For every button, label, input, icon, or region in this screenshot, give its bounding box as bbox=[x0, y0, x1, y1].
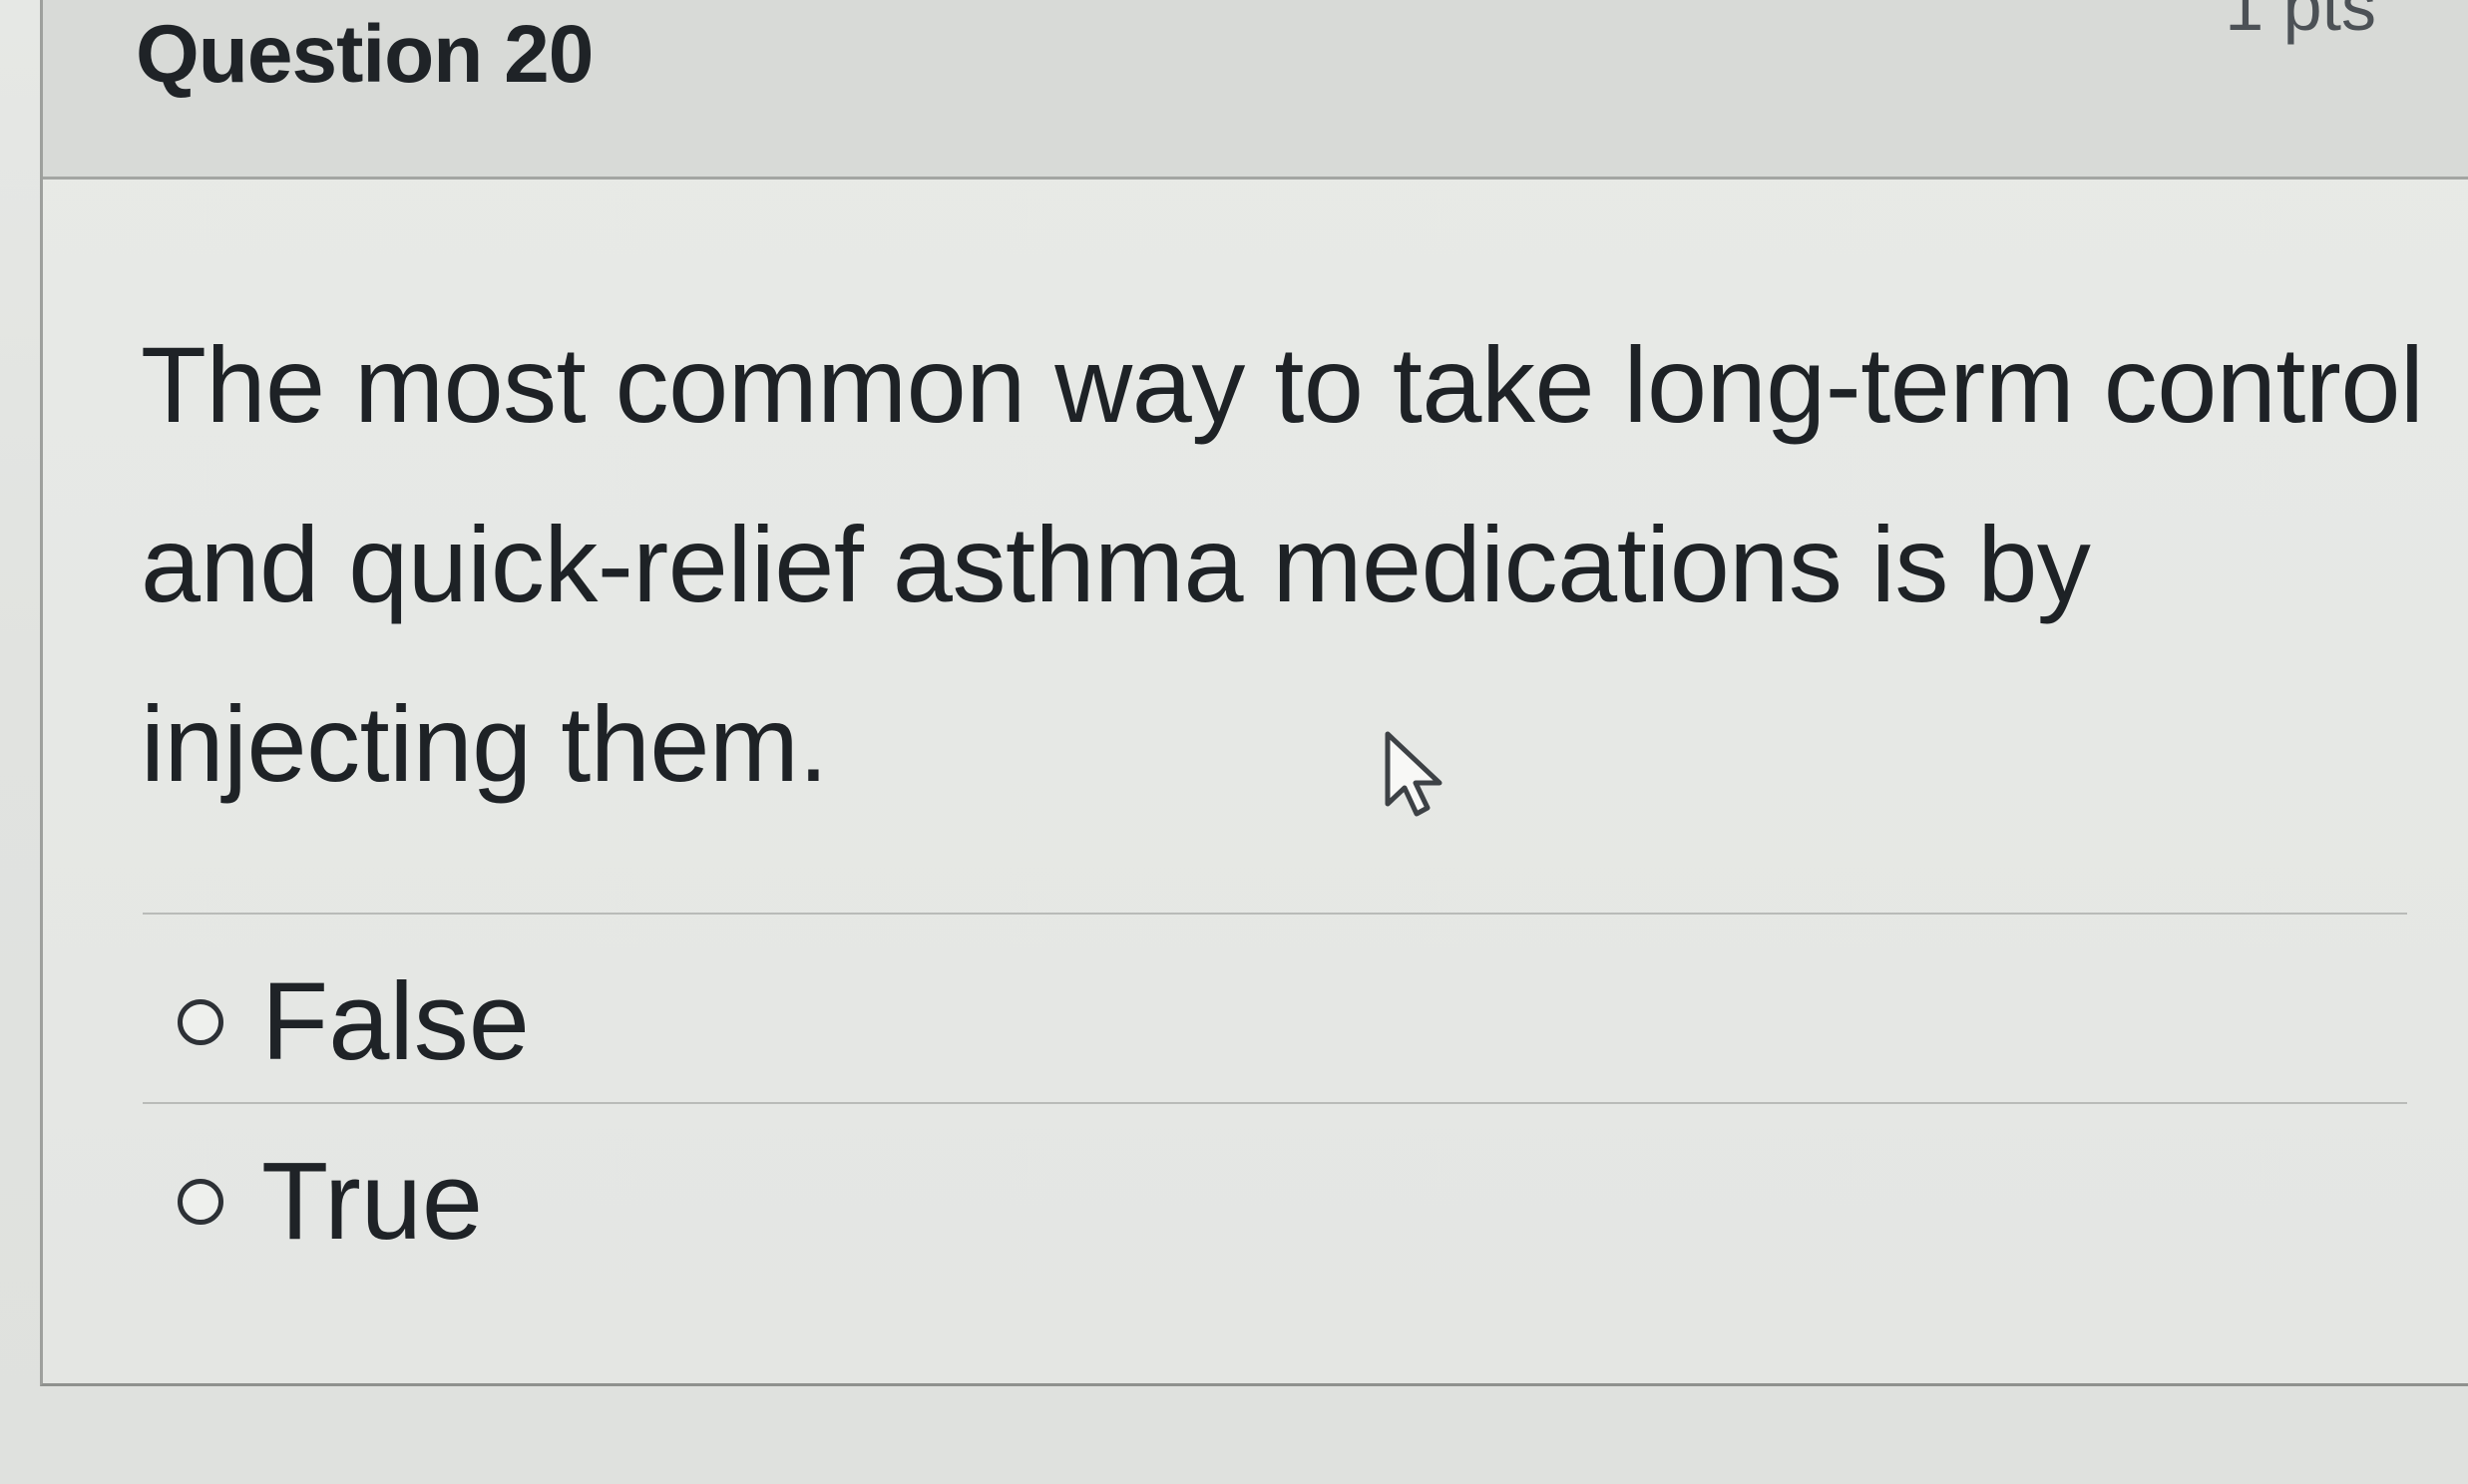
answer-divider-middle bbox=[143, 1102, 2407, 1104]
question-points: 1 pts bbox=[2225, 0, 2376, 45]
radio-unselected-icon[interactable] bbox=[178, 999, 223, 1045]
answer-divider-top bbox=[143, 913, 2407, 915]
question-card: Question 20 1 pts The most common way to… bbox=[40, 0, 2468, 1386]
question-title: Question 20 bbox=[136, 9, 594, 100]
answer-option-true[interactable]: True bbox=[178, 1142, 483, 1262]
quiz-page: Question 20 1 pts The most common way to… bbox=[0, 0, 2468, 1484]
answer-label-true: True bbox=[261, 1140, 484, 1263]
question-text: The most common way to take long-term co… bbox=[141, 324, 2424, 804]
radio-unselected-icon[interactable] bbox=[178, 1179, 223, 1225]
answer-option-false[interactable]: False bbox=[178, 962, 530, 1082]
answer-label-false: False bbox=[261, 960, 530, 1083]
mouse-pointer-icon bbox=[1385, 731, 1442, 817]
question-header: Question 20 1 pts bbox=[43, 0, 2468, 180]
